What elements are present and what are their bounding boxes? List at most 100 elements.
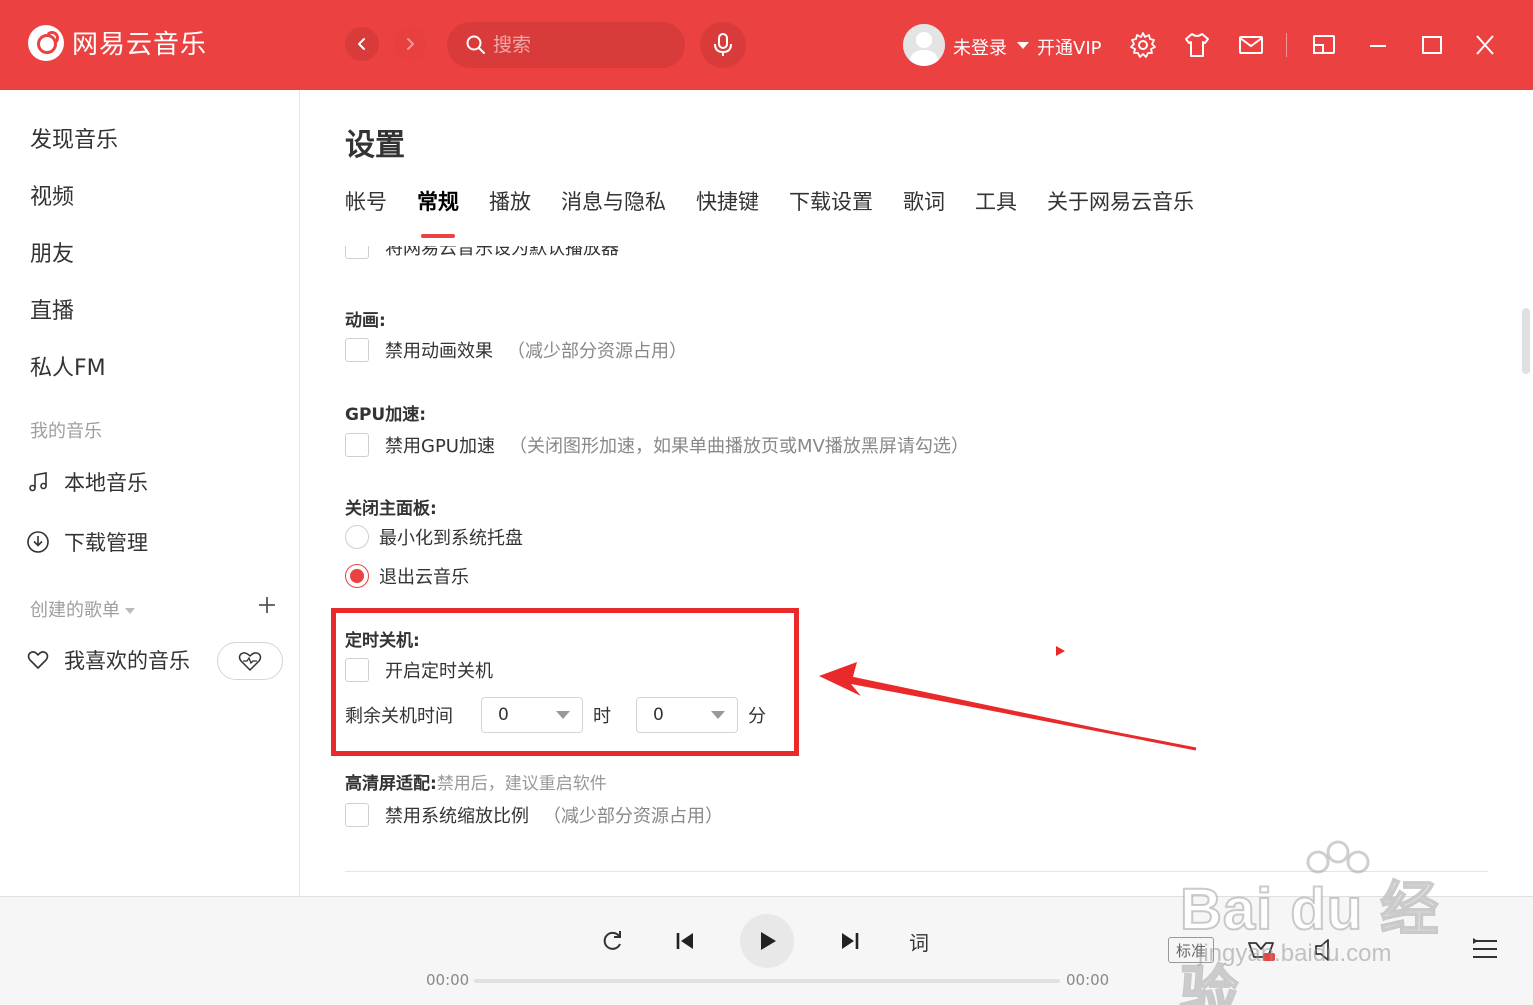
my-music-header: 我的音乐: [30, 421, 102, 442]
animation-hint: （减少部分资源占用）: [507, 341, 687, 362]
hd-screen-label: 高清屏适配:: [345, 774, 437, 794]
tab-lyrics[interactable]: 歌词: [903, 186, 945, 226]
sidebar-item-local-music[interactable]: 本地音乐: [26, 467, 148, 497]
sidebar-item-fm[interactable]: 私人FM: [30, 350, 106, 382]
close-option-minimize[interactable]: 最小化到系统托盘: [345, 524, 523, 550]
next-icon: [842, 933, 859, 949]
messages-button[interactable]: [1236, 30, 1266, 60]
skin-button[interactable]: [1182, 30, 1212, 60]
vip-link[interactable]: 开通VIP: [1037, 34, 1101, 60]
gpu-section-label: GPU加速:: [345, 405, 427, 425]
hd-screen-label-hint: 禁用后，建议重启软件: [436, 774, 607, 794]
baidu-watermark: Bai du 经验 jingyan.baidu.com: [1170, 840, 1460, 1005]
gpu-hint: （关闭图形加速，如果单曲播放页或MV播放黑屏请勾选）: [508, 436, 969, 457]
scrollbar-thumb[interactable]: [1522, 308, 1530, 374]
loop-mode-button[interactable]: [598, 927, 626, 955]
login-link[interactable]: 未登录: [953, 34, 1007, 60]
voice-search-button[interactable]: [700, 22, 746, 68]
netease-logo-icon: [28, 24, 64, 61]
minimize-button[interactable]: [1363, 30, 1393, 60]
sidebar-item-downloads[interactable]: 下载管理: [26, 527, 148, 557]
close-panel-section-label: 关闭主面板:: [345, 499, 437, 519]
minimize-to-tray-radio[interactable]: [345, 525, 369, 549]
tshirt-icon: [1185, 33, 1209, 57]
hd-screen-option[interactable]: 禁用系统缩放比例 （减少部分资源占用）: [345, 802, 723, 828]
sidebar-item-video[interactable]: 视频: [30, 179, 74, 211]
sidebar-item-label: 本地音乐: [64, 471, 148, 495]
sidebar-item-live[interactable]: 直播: [30, 293, 74, 325]
watermark-url: jingyan.baidu.com: [1198, 940, 1392, 967]
disable-gpu-checkbox[interactable]: [345, 433, 369, 457]
sidebar: 发现音乐 视频 朋友 直播 私人FM 我的音乐 本地音乐 下载管理 创建的歌单 …: [0, 90, 300, 896]
sidebar-item-label: 我喜欢的音乐: [64, 649, 190, 673]
caret-down-icon[interactable]: [1017, 42, 1029, 49]
hd-screen-section-label: 高清屏适配:禁用后，建议重启软件: [345, 769, 607, 794]
animation-option[interactable]: 禁用动画效果 （减少部分资源占用）: [345, 337, 687, 363]
download-icon: [27, 531, 49, 553]
disable-gpu-label: 禁用GPU加速: [385, 436, 495, 457]
hd-screen-hint: （减少部分资源占用）: [543, 806, 723, 827]
sidebar-item-discover[interactable]: 发现音乐: [30, 122, 118, 154]
exit-app-label: 退出云音乐: [379, 567, 469, 588]
created-playlists-header[interactable]: 创建的歌单: [30, 596, 135, 622]
clipped-option-row: 将网易云音乐设为默认播放器: [345, 246, 645, 268]
default-player-checkbox[interactable]: [345, 246, 369, 259]
mail-icon: [1239, 36, 1263, 54]
heart-icon: [27, 651, 49, 669]
loop-icon: [603, 931, 621, 950]
playlist-button[interactable]: [1470, 935, 1500, 965]
chevron-left-icon: [358, 38, 365, 50]
close-button[interactable]: [1470, 30, 1500, 60]
top-bar: 网易云音乐 未登录 开通VIP: [0, 0, 1533, 90]
add-playlist-icon[interactable]: [257, 595, 277, 615]
toolbar-divider: [1286, 33, 1287, 57]
settings-panel: 设置 帐号 常规 播放 消息与隐私 快捷键 下载设置 歌词 工具 关于网易云音乐…: [301, 90, 1533, 896]
play-button[interactable]: [740, 914, 794, 968]
disable-scaling-checkbox[interactable]: [345, 803, 369, 827]
tab-privacy[interactable]: 消息与隐私: [561, 186, 666, 226]
sidebar-item-liked-music[interactable]: 我喜欢的音乐: [26, 645, 190, 675]
disable-scaling-label: 禁用系统缩放比例: [385, 806, 529, 827]
caret-down-icon: [125, 608, 135, 614]
heartbeat-icon: [238, 652, 262, 671]
settings-button[interactable]: [1128, 30, 1158, 60]
progress-bar[interactable]: [474, 979, 1060, 983]
search-icon: [466, 35, 485, 54]
avatar[interactable]: [903, 24, 945, 66]
tab-download[interactable]: 下载设置: [789, 186, 873, 226]
forward-button[interactable]: [393, 27, 427, 61]
search-box[interactable]: [447, 22, 685, 68]
app-logo[interactable]: 网易云音乐: [28, 24, 207, 61]
tab-general[interactable]: 常规: [417, 186, 459, 226]
disable-animation-checkbox[interactable]: [345, 338, 369, 362]
tab-tools[interactable]: 工具: [975, 186, 1017, 226]
sidebar-item-friends[interactable]: 朋友: [30, 236, 74, 268]
minimize-to-tray-label: 最小化到系统托盘: [379, 528, 523, 549]
disable-animation-label: 禁用动画效果: [385, 341, 493, 362]
previous-icon: [676, 933, 693, 949]
gpu-option[interactable]: 禁用GPU加速 （关闭图形加速，如果单曲播放页或MV播放黑屏请勾选）: [345, 432, 969, 458]
search-input[interactable]: [493, 34, 663, 56]
annotation-arrow-icon: [819, 662, 1197, 751]
previous-button[interactable]: [671, 927, 699, 955]
close-icon: [1476, 35, 1494, 55]
microphone-icon: [714, 33, 732, 56]
chevron-right-icon: [407, 38, 414, 50]
user-avatar-icon: [903, 24, 945, 66]
close-option-exit[interactable]: 退出云音乐: [345, 563, 469, 589]
tab-about[interactable]: 关于网易云音乐: [1047, 186, 1194, 226]
exit-app-radio[interactable]: [345, 564, 369, 588]
tab-account[interactable]: 帐号: [345, 186, 387, 226]
next-button[interactable]: [836, 927, 864, 955]
watermark-brand: Bai du 经验: [1179, 876, 1440, 1005]
back-button[interactable]: [345, 27, 379, 61]
lyrics-button[interactable]: 词: [909, 927, 929, 956]
heartbeat-mode-button[interactable]: [217, 642, 283, 680]
page-title: 设置: [345, 128, 405, 163]
tab-playback[interactable]: 播放: [489, 186, 531, 226]
maximize-button[interactable]: [1417, 30, 1447, 60]
animation-section-label: 动画:: [345, 311, 386, 331]
tab-shortcuts[interactable]: 快捷键: [696, 186, 759, 226]
settings-tabs: 帐号 常规 播放 消息与隐私 快捷键 下载设置 歌词 工具 关于网易云音乐: [345, 186, 1224, 226]
mini-mode-button[interactable]: [1309, 30, 1339, 60]
